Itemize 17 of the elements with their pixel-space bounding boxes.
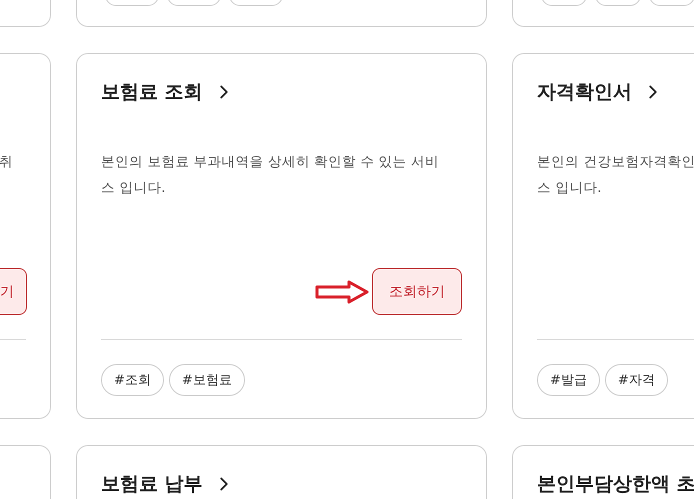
- hashtag-chip[interactable]: #자격: [604, 364, 668, 396]
- hashtag-chip[interactable]: #발급: [537, 364, 600, 396]
- hashtag-chip[interactable]: #조회: [101, 364, 164, 396]
- card-description: 본인의 건강보험자격확인: [537, 153, 694, 172]
- card-description: 스 입니다.: [101, 179, 167, 198]
- card-description: 본인의 보험료 부과내역을 상세히 확인할 수 있는 서비: [101, 153, 440, 172]
- card-title[interactable]: 보험료 납부: [101, 471, 203, 497]
- hashtag-chip[interactable]: #보험료: [168, 364, 245, 396]
- outlined-arrow-icon: [315, 280, 369, 304]
- lookup-button[interactable]: 조회하기: [372, 268, 462, 315]
- card-title[interactable]: 자격확인서: [537, 79, 632, 105]
- lookup-button[interactable]: 기: [0, 268, 27, 315]
- card-description: 취: [0, 153, 13, 172]
- card: [0, 0, 51, 27]
- card-title[interactable]: 보험료 조회: [101, 79, 203, 105]
- card: [0, 445, 51, 499]
- card-description: 스 입니다.: [537, 179, 603, 198]
